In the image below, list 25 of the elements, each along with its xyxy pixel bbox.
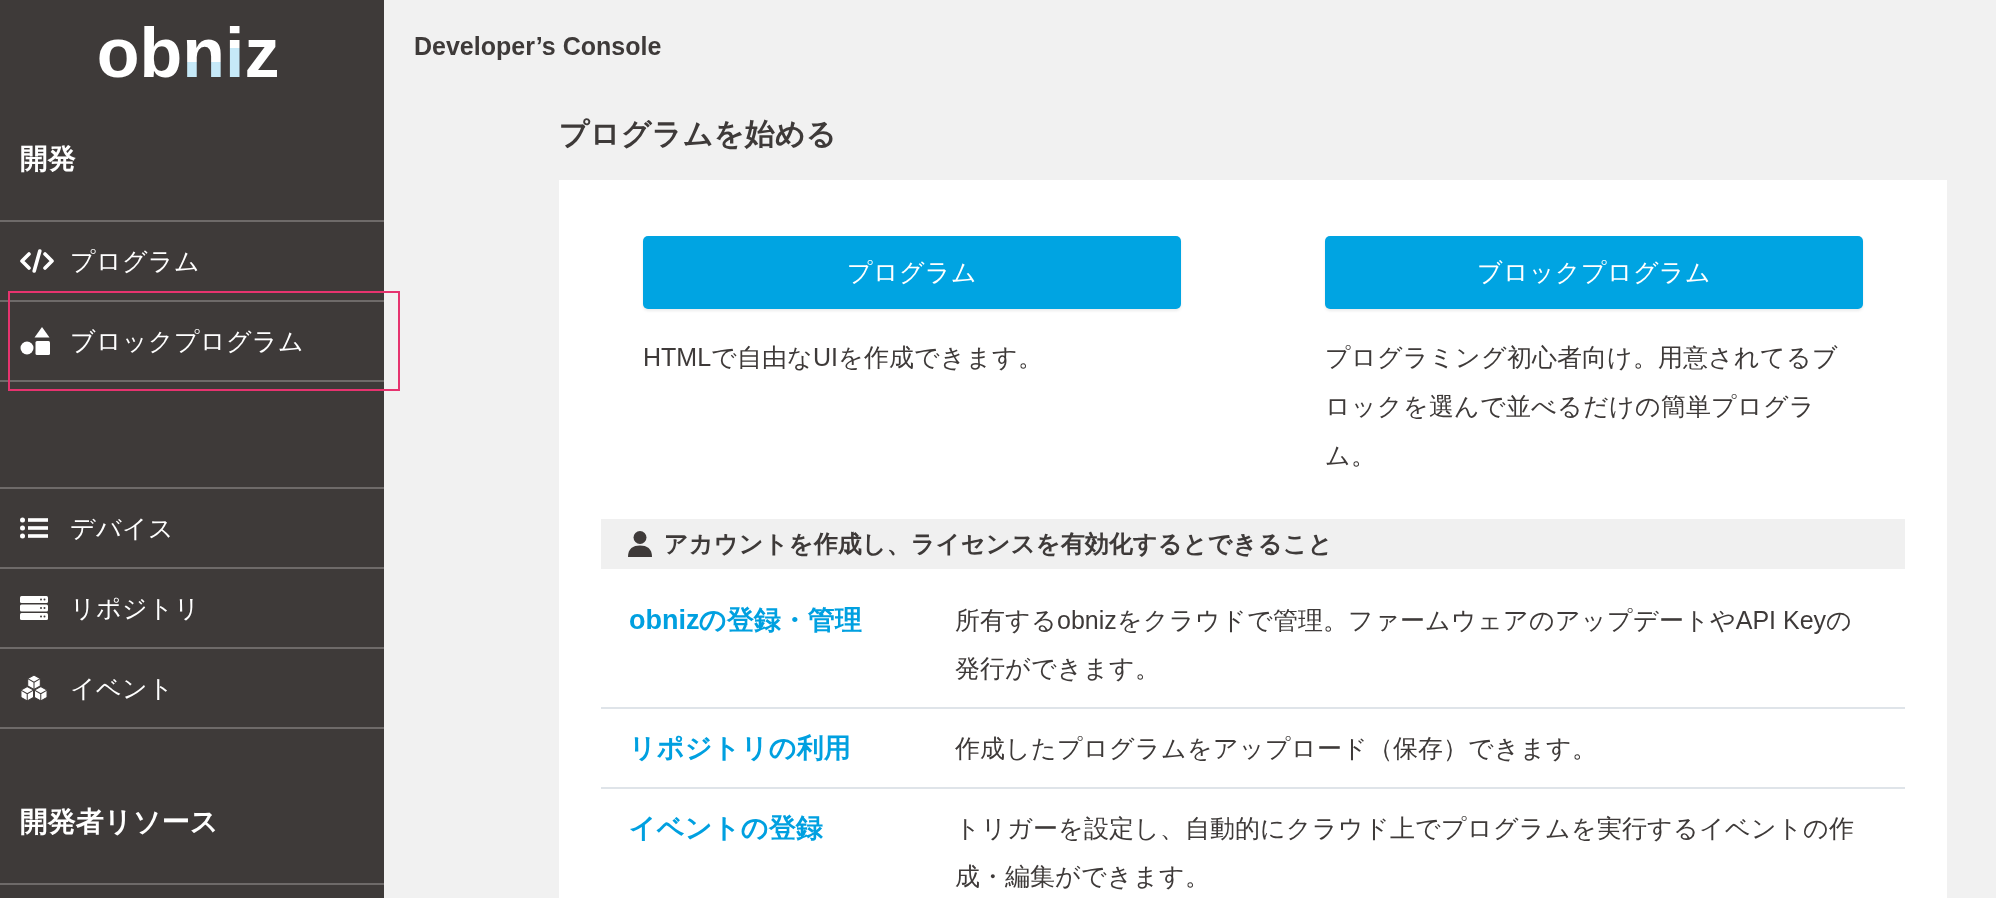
feature-description: トリガーを設定し、自動的にクラウド上でプログラムを実行するイベントの作成・編集ができます。 bbox=[955, 813, 1855, 892]
features-heading: アカウントを作成し、ライセンスを有効化するとできること bbox=[664, 529, 1333, 559]
feature-name: リポジトリの利用 bbox=[629, 732, 851, 765]
nav-item[interactable]: デバイス bbox=[0, 489, 384, 569]
nav-item[interactable]: プログラム bbox=[0, 222, 384, 302]
list-icon bbox=[20, 517, 48, 539]
shapes-icon bbox=[20, 327, 50, 355]
nav-item[interactable]: イベント bbox=[0, 649, 384, 729]
sidebar-heading: 開発者リソース bbox=[20, 806, 219, 838]
cubes-icon bbox=[20, 675, 48, 701]
feature-description: 所有するobnizをクラウドで管理。ファームウェアのアップデートやAPI Keyの発行ができます。 bbox=[955, 605, 1854, 684]
page-title: Developer’s Console bbox=[414, 31, 662, 62]
option-description: プログラミング初心者向け。用意されてるブロックを選んで並べるだけの簡単プログラム。 bbox=[1325, 342, 1839, 471]
feature-name: イベントの登録 bbox=[629, 812, 823, 845]
logo[interactable]: obniz bbox=[96, 18, 280, 88]
sidebar-heading: 開発 bbox=[20, 143, 76, 175]
section-heading: プログラムを始める bbox=[559, 116, 837, 152]
code-icon bbox=[20, 249, 54, 273]
feature-name: obnizの登録・管理 bbox=[629, 604, 863, 637]
user-icon bbox=[628, 531, 652, 557]
nav-item[interactable]: ブロックプログラム bbox=[0, 302, 384, 382]
option-description: HTMLで自由なUIを作成できます。 bbox=[643, 342, 1045, 373]
feature-description: 作成したプログラムをアップロード（保存）できます。 bbox=[955, 733, 1598, 764]
nav-item[interactable]: リポジトリ bbox=[0, 569, 384, 649]
server-icon bbox=[20, 596, 48, 620]
